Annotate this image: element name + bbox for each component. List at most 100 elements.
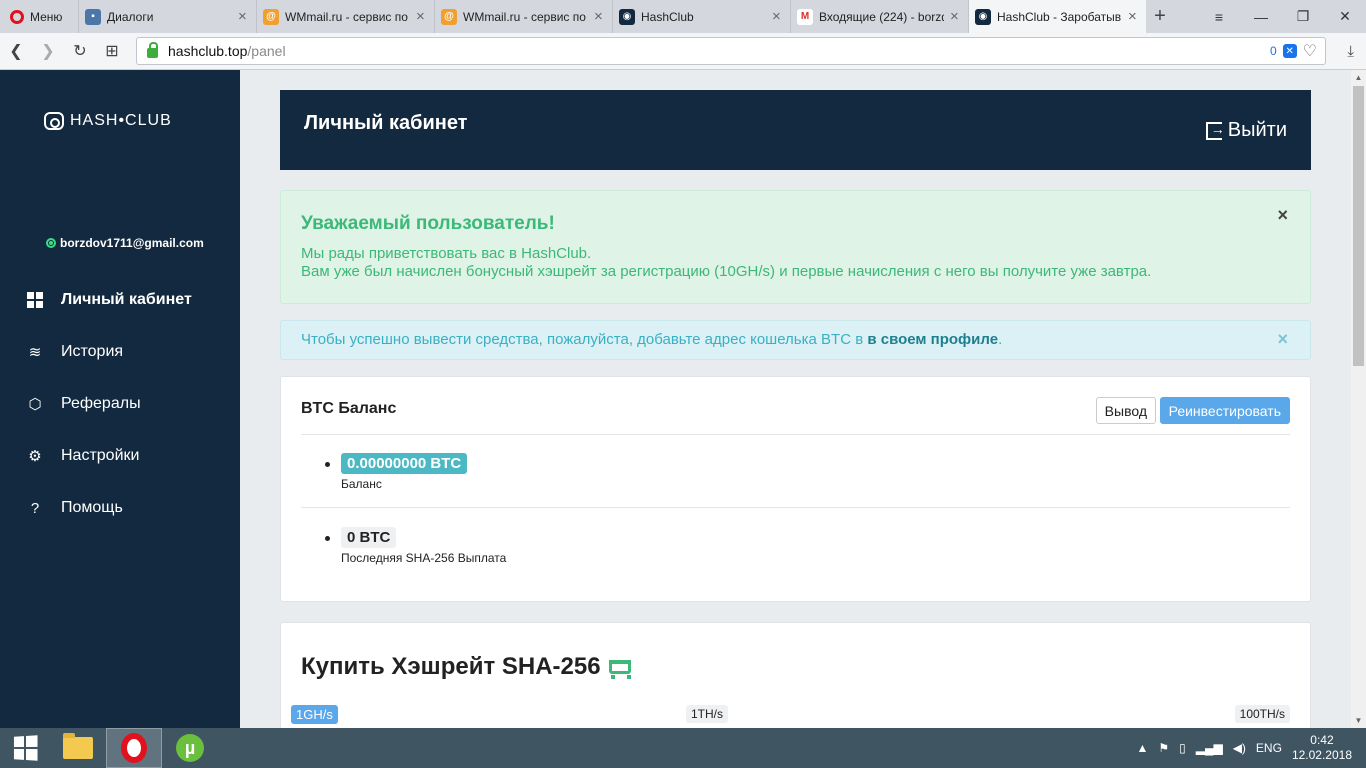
logout-button[interactable]: Выйти: [1205, 119, 1287, 142]
opera-icon: [121, 733, 147, 763]
lock-icon: [147, 42, 158, 58]
reinvest-button[interactable]: Реинвестировать: [1159, 397, 1290, 424]
sidebar-item-label: История: [61, 343, 124, 360]
browser-tab[interactable]: @ WMmail.ru - сервис по ×: [256, 0, 434, 33]
hashclub-icon: ◉: [975, 8, 991, 25]
sidebar-item-label: Личный кабинет: [61, 291, 192, 308]
browser-tab[interactable]: ▪ Диалоги ×: [78, 0, 256, 33]
wmmail-icon: @: [263, 8, 279, 25]
sidebar-item-history[interactable]: ≋ История: [0, 326, 240, 378]
sidebar: HASH•CLUB borzdov1711@gmail.com Личный к…: [0, 70, 240, 728]
tray-expand-icon[interactable]: ▲: [1136, 741, 1148, 755]
close-icon[interactable]: ×: [1277, 205, 1288, 226]
adblock-icon[interactable]: ✕: [1282, 44, 1297, 58]
sidebar-item-referrals[interactable]: ⬡ Рефералы: [0, 378, 240, 430]
opera-menu-button[interactable]: Меню: [0, 0, 78, 33]
wmmail-icon: @: [441, 8, 457, 25]
tab-menu-icon[interactable]: ≡: [1198, 0, 1240, 33]
welcome-line: Вам уже был начислен бонусный хэшрейт за…: [301, 263, 1152, 280]
info-text: Чтобы успешно вывести средства, пожалуйс…: [301, 331, 868, 348]
buy-title-text: Купить Хэшрейт SHA-256: [301, 653, 601, 680]
tab-close-icon[interactable]: ×: [594, 8, 606, 25]
maximize-icon[interactable]: ❐: [1282, 0, 1324, 33]
layers-icon: ≋: [28, 344, 42, 361]
tab-label: HashClub: [641, 9, 694, 24]
tab-label: Диалоги: [107, 9, 154, 24]
range-max-label: 100TH/s: [1234, 705, 1290, 723]
device-icon[interactable]: ▯: [1179, 741, 1186, 755]
start-button[interactable]: [0, 728, 50, 768]
system-tray: ▲ ⚑ ▯ ▂▄▆ ◀) ENG 0:42 12.02.2018: [1136, 733, 1366, 763]
dashboard-icon: [27, 292, 43, 308]
wallet-info-alert: Чтобы успешно вывести средства, пожалуйс…: [280, 320, 1311, 360]
speed-dial-button[interactable]: ⊞: [96, 33, 128, 70]
last-payout-badge: 0 BTC: [341, 527, 397, 548]
windows-taskbar: µ ▲ ⚑ ▯ ▂▄▆ ◀) ENG 0:42 12.02.2018: [0, 728, 1366, 768]
logo-text: HASH•CLUB: [70, 112, 172, 129]
page-title: Личный кабинет: [304, 112, 468, 134]
browser-tab[interactable]: @ WMmail.ru - сервис по ×: [434, 0, 612, 33]
taskbar-utorrent[interactable]: µ: [162, 728, 218, 768]
logo[interactable]: HASH•CLUB: [44, 112, 172, 130]
browser-tab-active[interactable]: ◉ HashClub - Заробатыв ×: [968, 0, 1146, 33]
new-tab-button[interactable]: +: [1146, 0, 1174, 33]
network-flag-icon[interactable]: ⚑: [1158, 741, 1169, 755]
minimize-icon[interactable]: —: [1240, 0, 1282, 33]
reload-button[interactable]: ↻: [64, 33, 96, 70]
back-button[interactable]: ❮: [0, 33, 32, 70]
tab-close-icon[interactable]: ×: [1128, 8, 1140, 25]
clock-date: 12.02.2018: [1291, 748, 1352, 762]
balance-badge: 0.00000000 BTC: [341, 453, 468, 474]
tab-close-icon[interactable]: ×: [238, 8, 250, 25]
volume-icon[interactable]: ◀): [1233, 741, 1246, 755]
browser-tab[interactable]: M Входящие (224) - borzd ×: [790, 0, 968, 33]
opera-menu-label: Меню: [30, 9, 63, 24]
withdraw-button[interactable]: Вывод: [1095, 397, 1156, 424]
signal-icon[interactable]: ▂▄▆: [1196, 741, 1223, 755]
sidebar-item-label: Помощь: [61, 499, 123, 516]
list-item: 0 BTC Последняя SHA-256 Выплата: [301, 527, 1290, 581]
page-scrollbar[interactable]: ▲ ▼: [1351, 70, 1366, 728]
heart-icon[interactable]: ♡: [1303, 41, 1317, 61]
sidebar-item-help[interactable]: ? Помощь: [0, 482, 240, 534]
scroll-up-icon[interactable]: ▲: [1351, 70, 1366, 85]
close-window-icon[interactable]: ✕: [1324, 0, 1366, 33]
taskbar-opera[interactable]: [106, 728, 162, 768]
cart-icon: [608, 660, 631, 679]
download-icon[interactable]: ⤓: [1347, 43, 1354, 60]
taskbar-explorer[interactable]: [50, 728, 106, 768]
forward-button[interactable]: ❯: [32, 33, 64, 70]
range-mid-label: 1TH/s: [686, 705, 729, 723]
user-cog-icon: ⚙: [28, 448, 42, 465]
user-info: borzdov1711@gmail.com: [46, 236, 204, 250]
tab-close-icon[interactable]: ×: [772, 8, 784, 25]
folder-icon: [63, 733, 93, 759]
browser-tab[interactable]: ◉ HashClub ×: [612, 0, 790, 33]
tab-label: WMmail.ru - сервис по: [463, 9, 586, 24]
profile-link[interactable]: в своем профиле: [867, 331, 998, 348]
browser-tab-bar: Меню ▪ Диалоги × @ WMmail.ru - сервис по…: [0, 0, 1366, 33]
close-icon[interactable]: ×: [1277, 329, 1288, 350]
scroll-thumb[interactable]: [1353, 86, 1364, 366]
system-clock[interactable]: 0:42 12.02.2018: [1292, 733, 1352, 763]
welcome-line: Мы рады приветствовать вас в HashClub.: [301, 245, 592, 262]
list-item: 0.00000000 BTC Баланс: [301, 453, 1290, 508]
last-payout-caption: Последняя SHA-256 Выплата: [341, 551, 507, 565]
sidebar-item-settings[interactable]: ⚙ Настройки: [0, 430, 240, 482]
sidebar-item-dashboard[interactable]: Личный кабинет: [0, 274, 240, 326]
balance-caption: Баланс: [341, 477, 382, 491]
scroll-down-icon[interactable]: ▼: [1351, 713, 1366, 728]
tab-close-icon[interactable]: ×: [416, 8, 428, 25]
tab-label: Входящие (224) - borzd: [819, 9, 944, 24]
url-input[interactable]: hashclub.top/panel 0 ✕ ♡: [136, 37, 1326, 65]
btc-balance-card: BTC Баланс Вывод Реинвестировать 0.00000…: [280, 376, 1311, 602]
gmail-icon: M: [797, 8, 813, 25]
card-title: BTC Баланс: [301, 400, 397, 417]
card-header: BTC Баланс Вывод Реинвестировать: [301, 377, 1290, 435]
language-indicator[interactable]: ENG: [1256, 741, 1282, 755]
logout-icon: [1205, 121, 1225, 140]
sidebar-nav: Личный кабинет ≋ История ⬡ Рефералы ⚙ На…: [0, 274, 240, 534]
user-email: borzdov1711@gmail.com: [60, 236, 204, 250]
sidebar-item-label: Настройки: [61, 447, 140, 464]
tab-close-icon[interactable]: ×: [950, 8, 962, 25]
